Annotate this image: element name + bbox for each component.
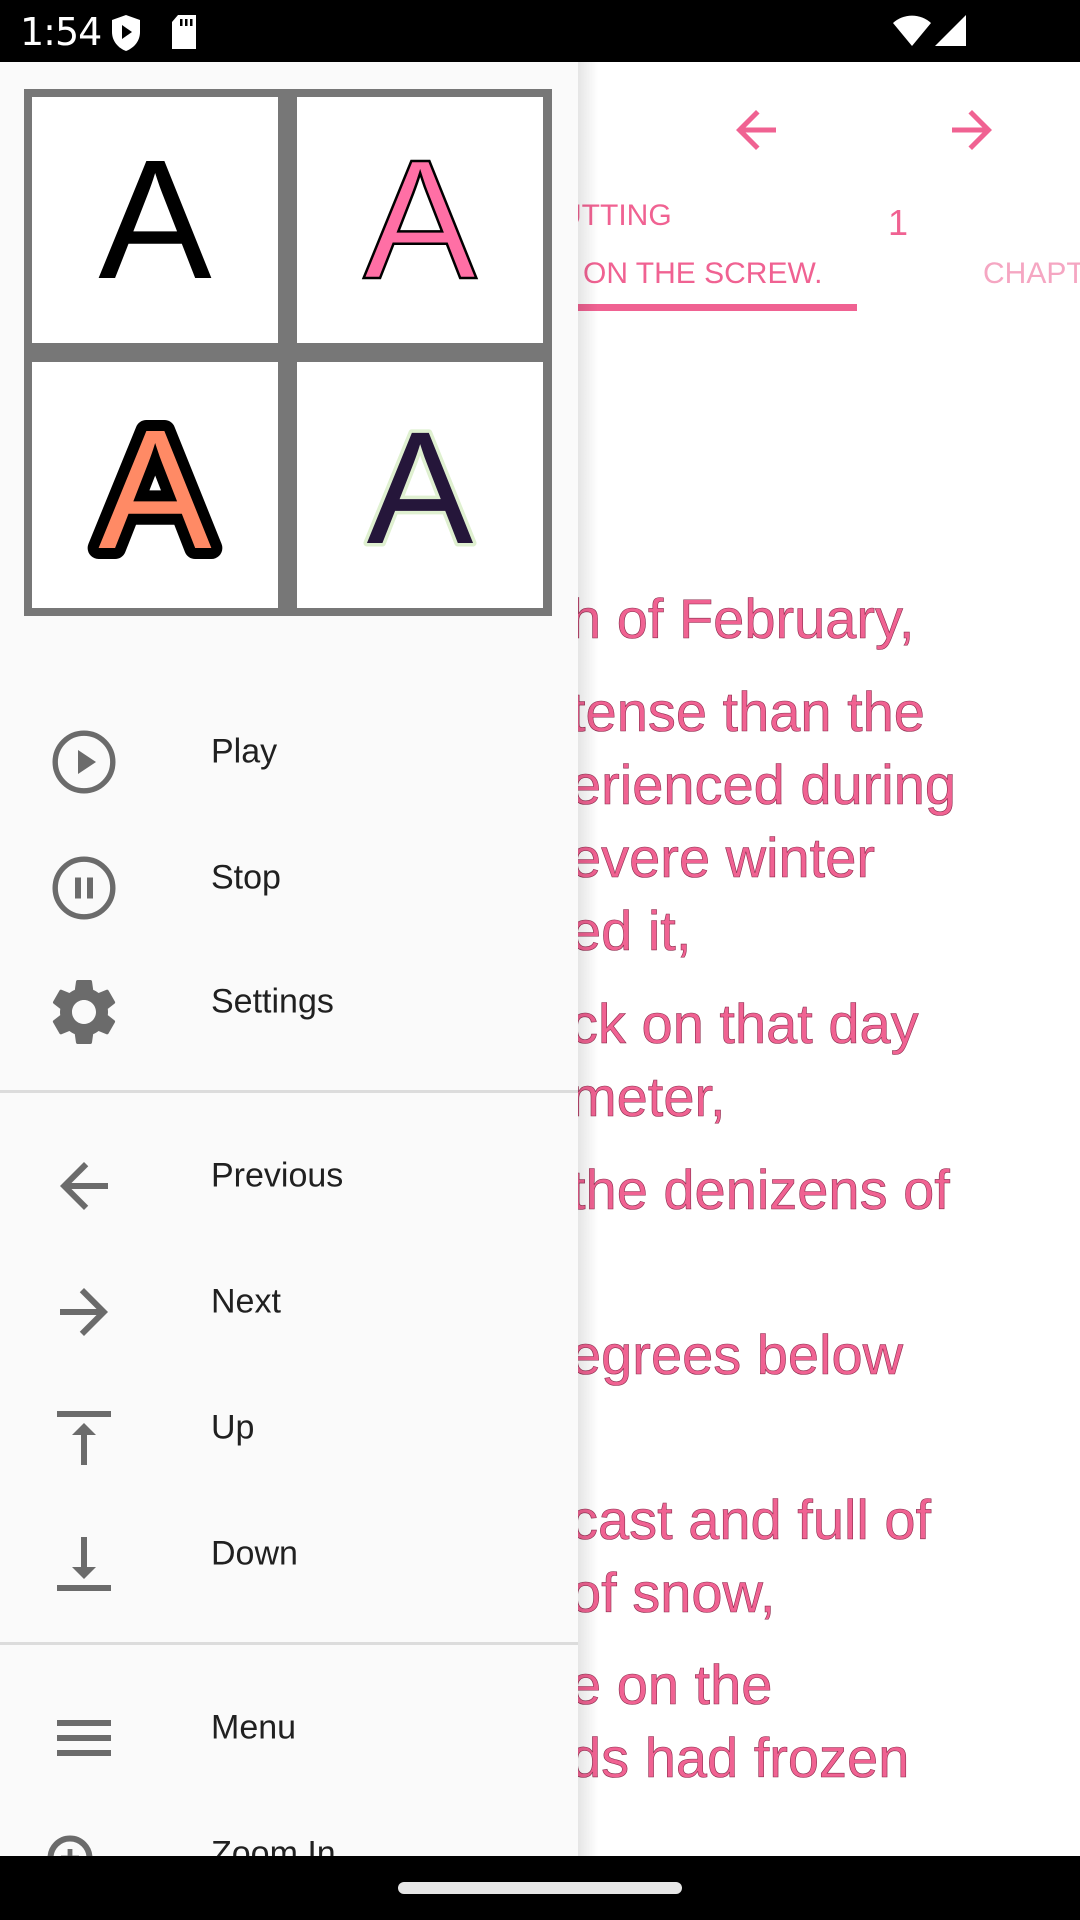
gear-icon — [44, 972, 124, 1052]
chapter-tab-next[interactable]: CHAPT — [983, 257, 1080, 291]
menu-item-next[interactable]: Next — [0, 1242, 578, 1362]
signal-icon — [934, 14, 968, 53]
wifi-icon — [892, 14, 932, 53]
divider — [0, 1090, 578, 1093]
next-chapter-button[interactable] — [942, 100, 1002, 165]
status-time: 1:54 — [20, 10, 102, 54]
menu-item-label: Settings — [211, 982, 334, 1021]
font-style-outlined-pink[interactable]: A — [297, 97, 543, 343]
status-bar: 1:54 — [0, 0, 1080, 62]
tab-indicator — [560, 304, 857, 311]
menu-item-stop[interactable]: Stop — [0, 818, 578, 938]
navigation-bar — [0, 1856, 1080, 1920]
pause-circle-icon — [44, 848, 124, 928]
menu-item-label: Up — [211, 1408, 255, 1447]
hamburger-menu-icon — [44, 1698, 124, 1778]
zoom-in-icon — [36, 1824, 116, 1856]
arrow-left-icon — [44, 1146, 124, 1226]
divider — [0, 1642, 578, 1645]
menu-item-label: Stop — [211, 858, 281, 897]
font-style-glow-dark[interactable]: A — [297, 362, 543, 608]
font-style-thick-outline-orange[interactable]: A — [32, 362, 278, 608]
menu-item-label: Play — [211, 732, 278, 771]
shield-play-icon — [110, 14, 142, 57]
arrow-right-icon — [952, 110, 992, 150]
text-line: the denizens of — [570, 1158, 950, 1222]
text-line: tense than the — [570, 680, 926, 744]
menu-item-label: Previous — [211, 1156, 344, 1195]
tab-label: ON THE SCREW. — [583, 257, 823, 290]
menu-item-label: Next — [211, 1282, 281, 1321]
menu-item-up[interactable]: Up — [0, 1368, 578, 1488]
menu-item-label: Menu — [211, 1708, 297, 1747]
page-number: 1 — [888, 202, 909, 243]
text-line: ds had frozen — [570, 1726, 910, 1790]
arrow-left-icon — [736, 110, 776, 150]
font-style-plain[interactable]: A — [32, 97, 278, 343]
svg-text:A: A — [98, 400, 212, 570]
text-line: ck on that day — [570, 992, 919, 1056]
text-line: cast and full of — [570, 1488, 932, 1552]
menu-item-menu[interactable]: Menu — [0, 1668, 578, 1788]
svg-text:A: A — [367, 415, 474, 555]
menu-item-label: Zoom In — [211, 1834, 336, 1857]
menu-item-play[interactable]: Play — [0, 692, 578, 812]
svg-text:A: A — [98, 150, 212, 290]
navigation-drawer: A A A A Play Stop Settings Previous Next… — [0, 62, 578, 1856]
home-gesture-handle[interactable] — [398, 1882, 682, 1894]
drawer-shadow — [578, 62, 598, 1856]
menu-item-settings[interactable]: Settings — [0, 942, 578, 1062]
text-line: of snow, — [570, 1561, 776, 1625]
font-style-grid: A A A A — [24, 89, 552, 616]
svg-text:A: A — [363, 150, 477, 290]
arrow-right-icon — [44, 1272, 124, 1352]
text-line: egrees below — [570, 1323, 904, 1387]
menu-item-label: Down — [211, 1534, 298, 1573]
text-line: erienced during — [570, 753, 957, 817]
menu-item-down[interactable]: Down — [0, 1494, 578, 1614]
text-line: e on the — [570, 1653, 773, 1717]
text-line: h of February, — [570, 587, 915, 651]
arrow-down-to-line-icon — [44, 1524, 124, 1604]
menu-item-zoom-in[interactable]: Zoom In — [0, 1794, 578, 1856]
prev-chapter-button[interactable] — [726, 100, 786, 165]
arrow-up-to-line-icon — [44, 1398, 124, 1478]
menu-item-previous[interactable]: Previous — [0, 1116, 578, 1236]
sd-card-icon — [170, 14, 198, 55]
play-circle-icon — [44, 722, 124, 802]
text-line: evere winter — [570, 826, 876, 890]
